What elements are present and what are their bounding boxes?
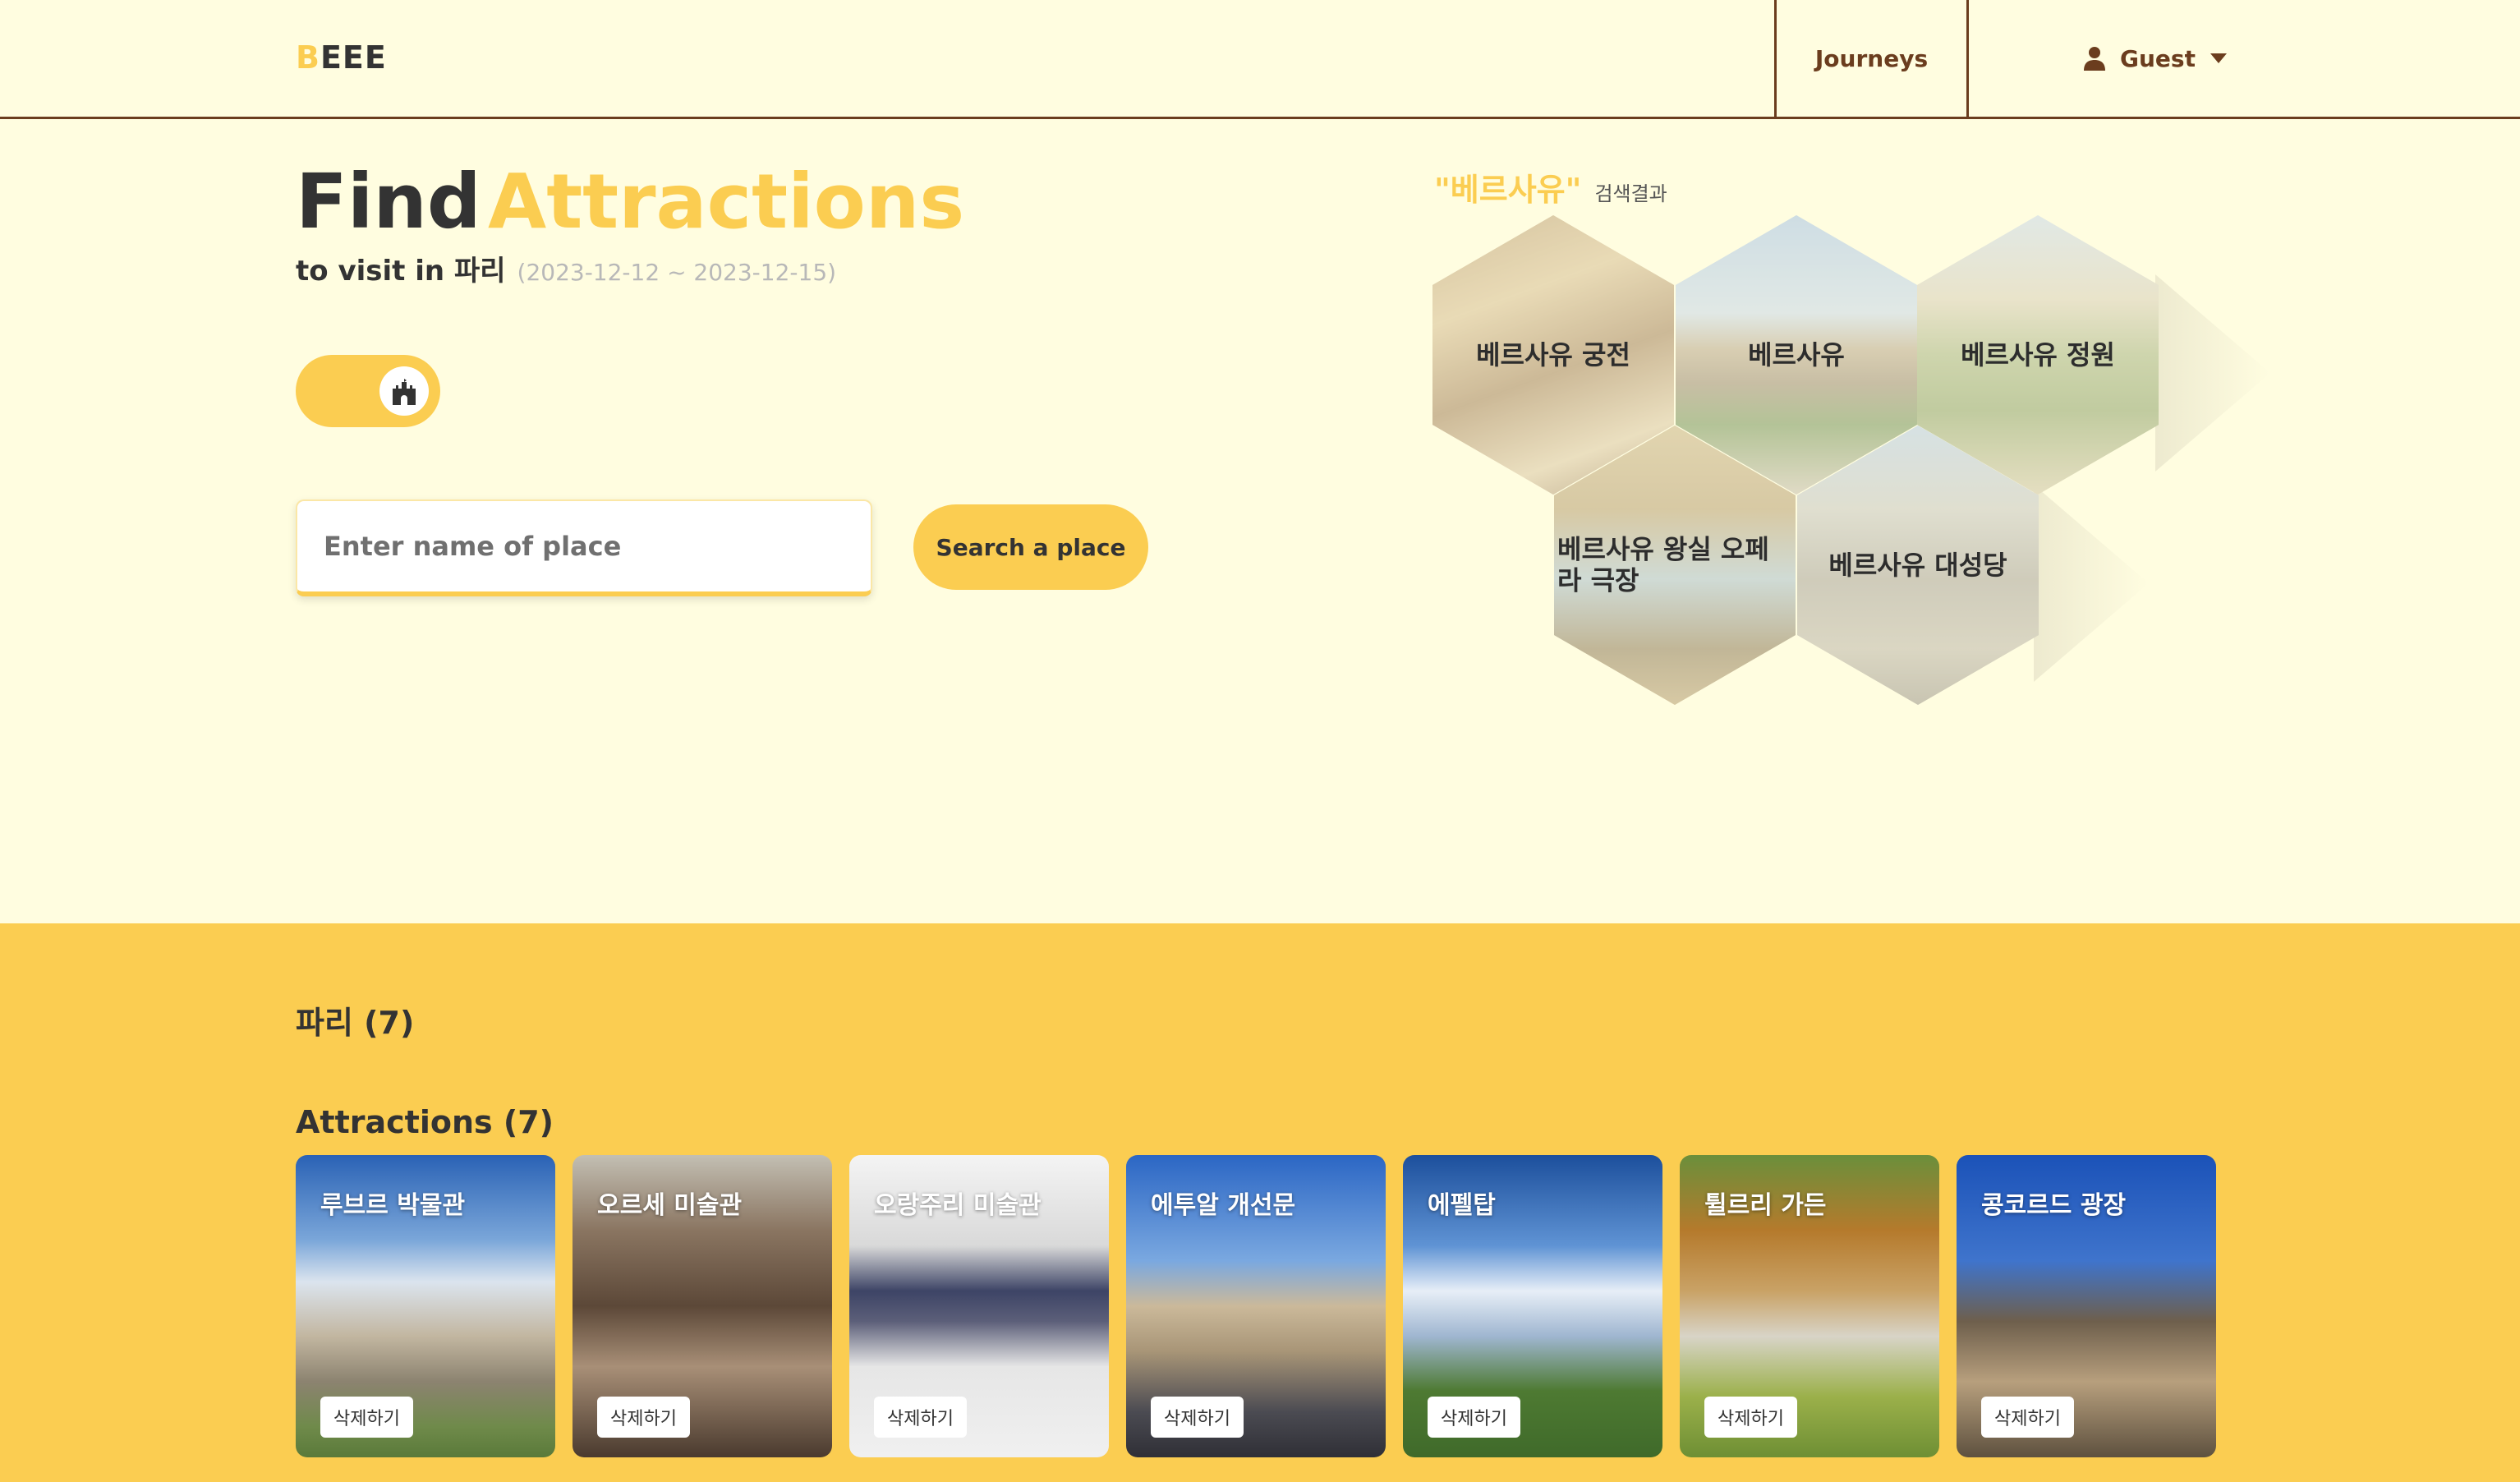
city-heading: 파리 (7) (296, 1005, 415, 1041)
trip-subtitle: to visit in 파리 (2023-12-12 ~ 2023-12-15) (296, 248, 836, 288)
attraction-card[interactable]: 오르세 미술관 삭제하기 (573, 1155, 832, 1457)
attraction-card[interactable]: 콩코르드 광장 삭제하기 (1957, 1155, 2216, 1457)
result-label: 베르사유 정원 (1961, 338, 2115, 370)
trip-dates: (2023-12-12 ~ 2023-12-15) (517, 259, 837, 286)
delete-button[interactable]: 삭제하기 (320, 1397, 413, 1438)
result-label: 베르사유 (1748, 338, 1845, 370)
toggle-knob (379, 366, 429, 416)
place-search-input[interactable] (296, 499, 872, 596)
attraction-name: 오르세 미술관 (597, 1191, 743, 1220)
user-menu-button[interactable]: Guest (1966, 0, 2344, 117)
caret-down-icon (2210, 53, 2227, 63)
attraction-card[interactable]: 오랑주리 미술관 삭제하기 (849, 1155, 1109, 1457)
hex-shadow (2155, 274, 2270, 472)
top-navbar: BEEE Journeys Guest (0, 0, 2520, 119)
journeys-link[interactable]: Journeys (1774, 0, 1969, 117)
attraction-name: 에펠탑 (1428, 1191, 1496, 1220)
attraction-name: 에투알 개선문 (1151, 1191, 1296, 1220)
search-results-title: "베르사유" 검색결과 (1434, 164, 1667, 209)
result-label: 베르사유 대성당 (1828, 549, 2007, 581)
attraction-card[interactable]: 루브르 박물관 삭제하기 (296, 1155, 555, 1457)
search-place-button[interactable]: Search a place (913, 504, 1148, 590)
delete-button[interactable]: 삭제하기 (1428, 1397, 1520, 1438)
result-label: 베르사유 왕실 오페라 극장 (1557, 533, 1769, 596)
category-toggle[interactable] (296, 355, 440, 427)
attraction-name: 루브르 박물관 (320, 1191, 466, 1220)
journeys-label: Journeys (1814, 44, 1929, 72)
delete-button[interactable]: 삭제하기 (1704, 1397, 1797, 1438)
attraction-card[interactable]: 에펠탑 삭제하기 (1403, 1155, 1662, 1457)
search-query: "베르사유" (1434, 172, 1582, 208)
logo-rest: EEE (320, 39, 387, 76)
attraction-name: 튈르리 가든 (1704, 1191, 1827, 1220)
attraction-card[interactable]: 튈르리 가든 삭제하기 (1680, 1155, 1939, 1457)
attraction-name: 오랑주리 미술관 (874, 1191, 1042, 1220)
search-results-label: 검색결과 (1594, 182, 1667, 205)
delete-button[interactable]: 삭제하기 (597, 1397, 690, 1438)
attraction-name: 콩코르드 광장 (1981, 1191, 2127, 1220)
user-label: Guest (2120, 44, 2196, 72)
user-icon (2084, 47, 2106, 71)
hex-shadow (2034, 485, 2149, 682)
attractions-heading: Attractions (7) (296, 1104, 554, 1140)
logo[interactable]: BEEE (296, 39, 387, 76)
trip-city-label: to visit in 파리 (296, 255, 506, 288)
result-label: 베르사유 궁전 (1476, 338, 1630, 370)
attraction-card[interactable]: 에투알 개선문 삭제하기 (1126, 1155, 1386, 1457)
logo-first-letter: B (296, 39, 320, 76)
title-find: Find (296, 158, 481, 246)
delete-button[interactable]: 삭제하기 (1151, 1397, 1244, 1438)
delete-button[interactable]: 삭제하기 (874, 1397, 967, 1438)
castle-icon (393, 379, 416, 405)
delete-button[interactable]: 삭제하기 (1981, 1397, 2074, 1438)
title-attractions: Attractions (488, 158, 965, 246)
